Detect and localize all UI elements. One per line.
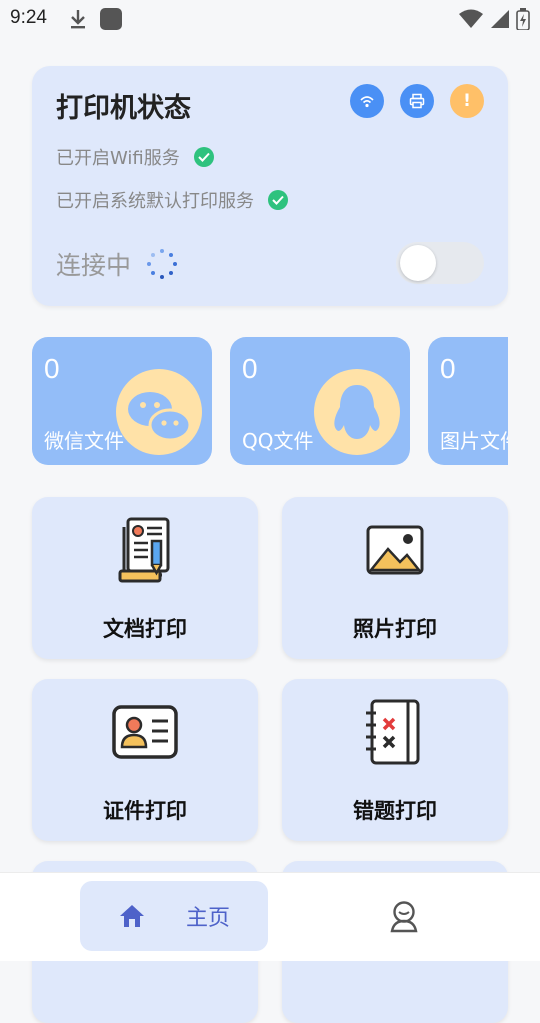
signal-icon [491,10,509,28]
qq-file-count: 0 [242,353,258,384]
wechat-files-card[interactable]: 0 微信文件 [32,337,212,465]
loading-spinner-icon [147,249,178,279]
qq-files-card[interactable]: 0 QQ文件 [230,337,410,465]
printer-icon [409,93,425,109]
wifi-icon [360,96,374,108]
nav-home-label: 主页 [185,906,230,931]
qq-files-label: QQ文件 [242,429,314,453]
bottom-navigation: 主页 [0,872,540,961]
connection-row: 连接中 [56,246,179,282]
print-service-row: 已开启系统默认打印服务 [56,187,288,213]
check-icon [193,147,214,167]
wechat-file-count: 0 [44,353,60,384]
printer-status-title: 打印机状态 [56,93,191,124]
image-file-count: 0 [440,353,456,384]
image-files-card[interactable]: 0 图片文件 [428,337,508,465]
app-notification-icon [100,8,122,30]
nav-profile-tab[interactable] [388,899,420,937]
photo-icon [360,515,430,585]
download-icon [68,8,88,34]
id-print-label: 证件打印 [103,799,187,823]
file-source-carousel[interactable]: 0 微信文件 0 QQ文件 0 图片文件 [32,337,508,465]
wifi-button[interactable] [350,84,384,118]
document-print-label: 文档打印 [103,617,187,641]
wifi-status-icon [459,9,483,28]
wrong-question-print-label: 错题打印 [353,799,437,823]
nav-home-tab[interactable]: 主页 [80,881,268,951]
id-card-icon [110,697,180,767]
check-icon [268,190,288,210]
home-icon [119,905,144,927]
battery-icon [516,8,530,30]
printer-button[interactable] [400,84,434,118]
status-bar: 9:24 [0,0,540,38]
wrong-question-icon [360,697,430,767]
id-print-card[interactable]: 证件打印 [32,679,258,841]
profile-icon [390,901,418,933]
image-files-label: 图片文件 [440,429,508,453]
wifi-service-row: 已开启Wifi服务 [56,144,214,170]
alert-button[interactable]: ! [450,84,484,118]
wechat-files-label: 微信文件 [44,429,124,453]
wechat-icon [116,369,202,455]
qq-icon [314,369,400,455]
toggle-knob [400,245,436,281]
wifi-service-label: 已开启Wifi服务 [56,148,180,169]
connection-status: 连接中 [56,251,132,280]
alert-icon: ! [463,91,471,111]
printer-status-card: 打印机状态 ! 已开启Wifi服务 已开启系统默认打印服务 连接中 [32,66,508,306]
photo-print-card[interactable]: 照片打印 [282,497,508,659]
wrong-question-print-card[interactable]: 错题打印 [282,679,508,841]
document-icon [110,515,180,585]
print-service-label: 已开启系统默认打印服务 [56,191,254,212]
status-time: 9:24 [10,7,47,28]
document-print-card[interactable]: 文档打印 [32,497,258,659]
connection-toggle[interactable] [396,242,484,284]
photo-print-label: 照片打印 [353,617,437,641]
